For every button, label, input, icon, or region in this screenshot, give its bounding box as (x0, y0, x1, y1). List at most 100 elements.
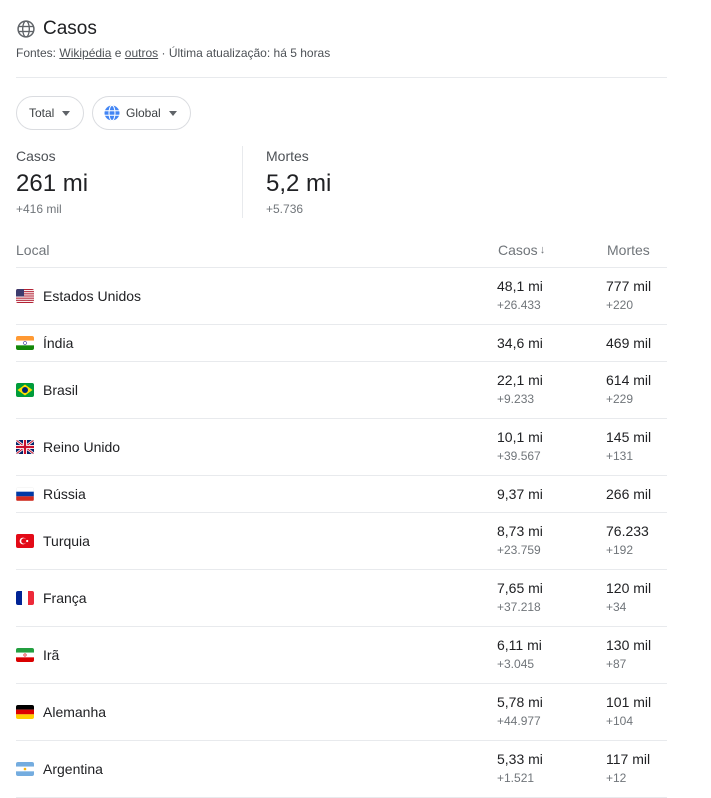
deaths-summary: Mortes 5,2 mi +5.736 (266, 148, 331, 216)
deaths-value: 101 mil (606, 694, 652, 710)
table-row[interactable]: Irã 6,11 mi +3.045 130 mil +87 (16, 627, 667, 684)
deaths-label: Mortes (266, 148, 309, 164)
iran-flag-icon (16, 648, 34, 662)
column-header-local: Local (16, 242, 50, 258)
table-row[interactable]: Alemanha 5,78 mi +44.977 101 mil +104 (16, 684, 667, 741)
country-name: França (43, 590, 87, 606)
deaths-delta: +220 (606, 298, 634, 312)
cases-cell: 5,78 mi +44.977 (497, 693, 543, 728)
deaths-cell: 117 mil +12 (606, 750, 650, 785)
cases-value: 9,37 mi (497, 486, 543, 502)
table-header: Local Casos ↓ Mortes (16, 242, 667, 267)
deaths-delta: +12 (606, 771, 627, 785)
table-row[interactable]: França 7,65 mi +37.218 120 mil +34 (16, 570, 667, 627)
germany-flag-icon (16, 705, 34, 719)
cases-value: 5,33 mi (497, 751, 543, 767)
table-row[interactable]: Rússia 9,37 mi 266 mil (16, 476, 667, 513)
country-name: Reino Unido (43, 439, 121, 455)
russia-flag-icon (16, 487, 34, 501)
table-row[interactable]: Turquia 8,73 mi +23.759 76.233 +192 (16, 513, 667, 570)
cases-value: 34,6 mi (497, 335, 543, 351)
deaths-value: 117 mil (606, 751, 651, 767)
column-header-deaths[interactable]: Mortes (607, 242, 650, 258)
cases-delta: +37.218 (497, 600, 541, 614)
sources-line: Fontes: Wikipédia e outros · Última atua… (16, 46, 667, 60)
deaths-cell: 777 mil +220 (606, 277, 651, 312)
country-name: Índia (43, 335, 74, 351)
sources-prefix: Fontes: (16, 46, 57, 60)
deaths-cell: 266 mil (606, 485, 651, 503)
divider (16, 77, 667, 78)
deaths-cell: 101 mil +104 (606, 693, 651, 728)
country-name: Rússia (43, 486, 86, 502)
cases-delta: +9.233 (497, 392, 535, 406)
table-row[interactable]: Índia 34,6 mi 469 mil (16, 325, 667, 362)
argentina-flag-icon (16, 762, 34, 776)
cases-delta: +23.759 (497, 543, 541, 557)
deaths-value: 145 mil (606, 429, 652, 445)
cases-value: 48,1 mi (497, 278, 543, 294)
deaths-delta: +192 (606, 543, 634, 557)
deaths-cell: 120 mil +34 (606, 579, 651, 614)
table-row[interactable]: Estados Unidos 48,1 mi +26.433 777 mil +220 (16, 268, 667, 325)
last-updated: · Última atualização: há 5 horas (161, 46, 331, 60)
cases-value: 10,1 mi (497, 429, 543, 445)
total-dropdown[interactable]: Total (16, 96, 84, 130)
deaths-value: 120 mil (606, 580, 652, 596)
deaths-value: 76.233 (606, 523, 649, 539)
us-flag-icon (16, 289, 34, 303)
globe-icon (104, 104, 120, 122)
cases-cell: 9,37 mi (497, 485, 543, 503)
cases-cell: 6,11 mi +3.045 (497, 636, 542, 671)
cases-value: 22,1 mi (497, 372, 543, 388)
globe-icon (17, 20, 35, 38)
cases-cell: 22,1 mi +9.233 (497, 371, 543, 406)
country-name: Irã (43, 647, 60, 663)
deaths-value: 130 mil (606, 637, 652, 653)
deaths-value: 266 mil (606, 486, 652, 502)
cases-value: 5,78 mi (497, 694, 543, 710)
deaths-delta: +87 (606, 657, 627, 671)
table-row[interactable]: Brasil 22,1 mi +9.233 614 mil +229 (16, 362, 667, 419)
summary-separator (242, 146, 243, 218)
deaths-value: 777 mil (606, 278, 652, 294)
source-link-others[interactable]: outros (125, 46, 158, 60)
brazil-flag-icon (16, 383, 34, 397)
deaths-cell: 76.233 +192 (606, 522, 649, 557)
table-row[interactable]: Reino Unido 10,1 mi +39.567 145 mil +131 (16, 419, 667, 476)
cases-delta: +26.433 (497, 298, 541, 312)
country-name: Turquia (43, 533, 90, 549)
deaths-delta: +131 (606, 449, 634, 463)
country-name: Alemanha (43, 704, 107, 720)
region-dropdown[interactable]: Global (92, 96, 191, 130)
column-header-cases[interactable]: Casos ↓ (498, 242, 545, 258)
cases-delta: +3.045 (497, 657, 535, 671)
caret-down-icon (168, 110, 177, 116)
header: Casos Fontes: Wikipédia e outros · Últim… (16, 16, 667, 60)
cases-value: 8,73 mi (497, 523, 543, 539)
cases-delta: +1.521 (497, 771, 535, 785)
cases-summary: Casos 261 mi +416 mil (16, 148, 88, 216)
cases-value: 7,65 mi (497, 580, 543, 596)
turkey-flag-icon (16, 534, 34, 548)
deaths-cell: 145 mil +131 (606, 428, 651, 463)
country-table: Estados Unidos 48,1 mi +26.433 777 mil +220 Í… (16, 268, 667, 798)
cases-delta: +416 mil (16, 202, 62, 216)
column-header-cases-label: Casos (498, 242, 538, 258)
cases-cell: 48,1 mi +26.433 (497, 277, 543, 312)
source-link-wikipedia[interactable]: Wikipédia (59, 46, 111, 60)
cases-delta: +44.977 (497, 714, 541, 728)
table-row[interactable]: Argentina 5,33 mi +1.521 117 mil +12 (16, 741, 667, 798)
deaths-delta: +34 (606, 600, 627, 614)
deaths-value: 614 mil (606, 372, 652, 388)
uk-flag-icon (16, 440, 34, 454)
caret-down-icon (62, 110, 71, 116)
deaths-value: 469 mil (606, 335, 652, 351)
total-dropdown-label: Total (29, 106, 55, 120)
sort-arrow-down-icon: ↓ (539, 244, 546, 256)
deaths-value: 5,2 mi (266, 170, 332, 197)
cases-delta: +39.567 (497, 449, 541, 463)
cases-cell: 34,6 mi (497, 334, 543, 352)
cases-value: 261 mi (16, 170, 89, 197)
cases-cell: 5,33 mi +1.521 (497, 750, 543, 785)
